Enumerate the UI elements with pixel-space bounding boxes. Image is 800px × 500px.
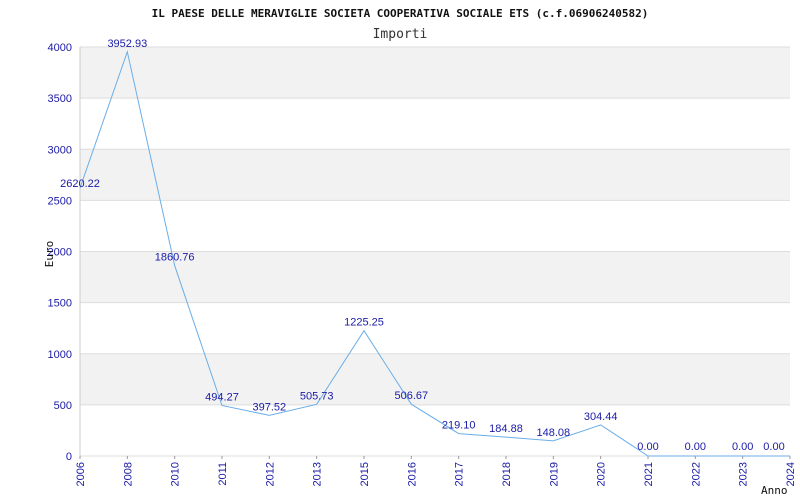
data-label: 2620.22 [60,178,100,190]
x-tick-label: 2019 [548,462,560,486]
y-tick-label: 2500 [48,195,72,207]
data-label: 219.10 [442,420,476,432]
data-label: 505.73 [300,390,334,402]
data-label: 0.00 [732,441,753,453]
y-axis-label: Euro [43,241,56,268]
data-label: 397.52 [253,401,287,413]
data-label: 0.00 [763,441,784,453]
data-label: 494.27 [205,391,239,403]
grid-band [80,353,790,405]
x-tick-label: 2010 [170,462,182,486]
grid-band [80,47,790,99]
data-label: 3952.93 [107,38,147,50]
y-tick-label: 3000 [48,144,72,156]
x-axis-label: Anno [761,484,788,497]
data-label: 0.00 [637,441,658,453]
chart-subtitle: Importi [373,27,428,42]
x-tick-label: 2008 [122,462,134,486]
data-label: 1860.76 [155,252,195,264]
x-tick-label: 2012 [264,462,276,486]
x-tick-label: 2018 [501,462,513,486]
x-tick-label: 2023 [738,462,750,486]
x-tick-label: 2016 [406,462,418,486]
data-label: 304.44 [584,411,618,423]
x-tick-label: 2021 [643,462,655,486]
data-label: 184.88 [489,423,523,435]
data-label: 1225.25 [344,317,384,329]
line-chart: IL PAESE DELLE MERAVIGLIE SOCIETA COOPER… [43,7,797,497]
data-label: 148.08 [537,427,571,439]
x-tick-label: 2011 [217,462,229,486]
data-label: 506.67 [395,390,429,402]
y-tick-label: 1500 [48,298,72,310]
x-axis-ticks: 2006 2008 2010 2011 2012 2013 2015 2016 2017 2018… [75,456,797,486]
x-tick-label: 2024 [785,462,797,486]
chart-title: IL PAESE DELLE MERAVIGLIE SOCIETA COOPER… [152,7,649,20]
x-tick-label: 2013 [312,462,324,486]
x-tick-label: 2015 [359,462,371,486]
y-tick-label: 4000 [48,42,72,54]
x-tick-label: 2020 [596,462,608,486]
y-tick-label: 0 [66,451,72,463]
y-tick-label: 500 [54,400,72,412]
grid-band [80,149,790,201]
data-label: 0.00 [685,441,706,453]
x-tick-label: 2006 [75,462,87,486]
x-tick-label: 2022 [690,462,702,486]
x-tick-label: 2017 [454,462,466,486]
y-tick-label: 3500 [48,93,72,105]
y-tick-label: 1000 [48,349,72,361]
